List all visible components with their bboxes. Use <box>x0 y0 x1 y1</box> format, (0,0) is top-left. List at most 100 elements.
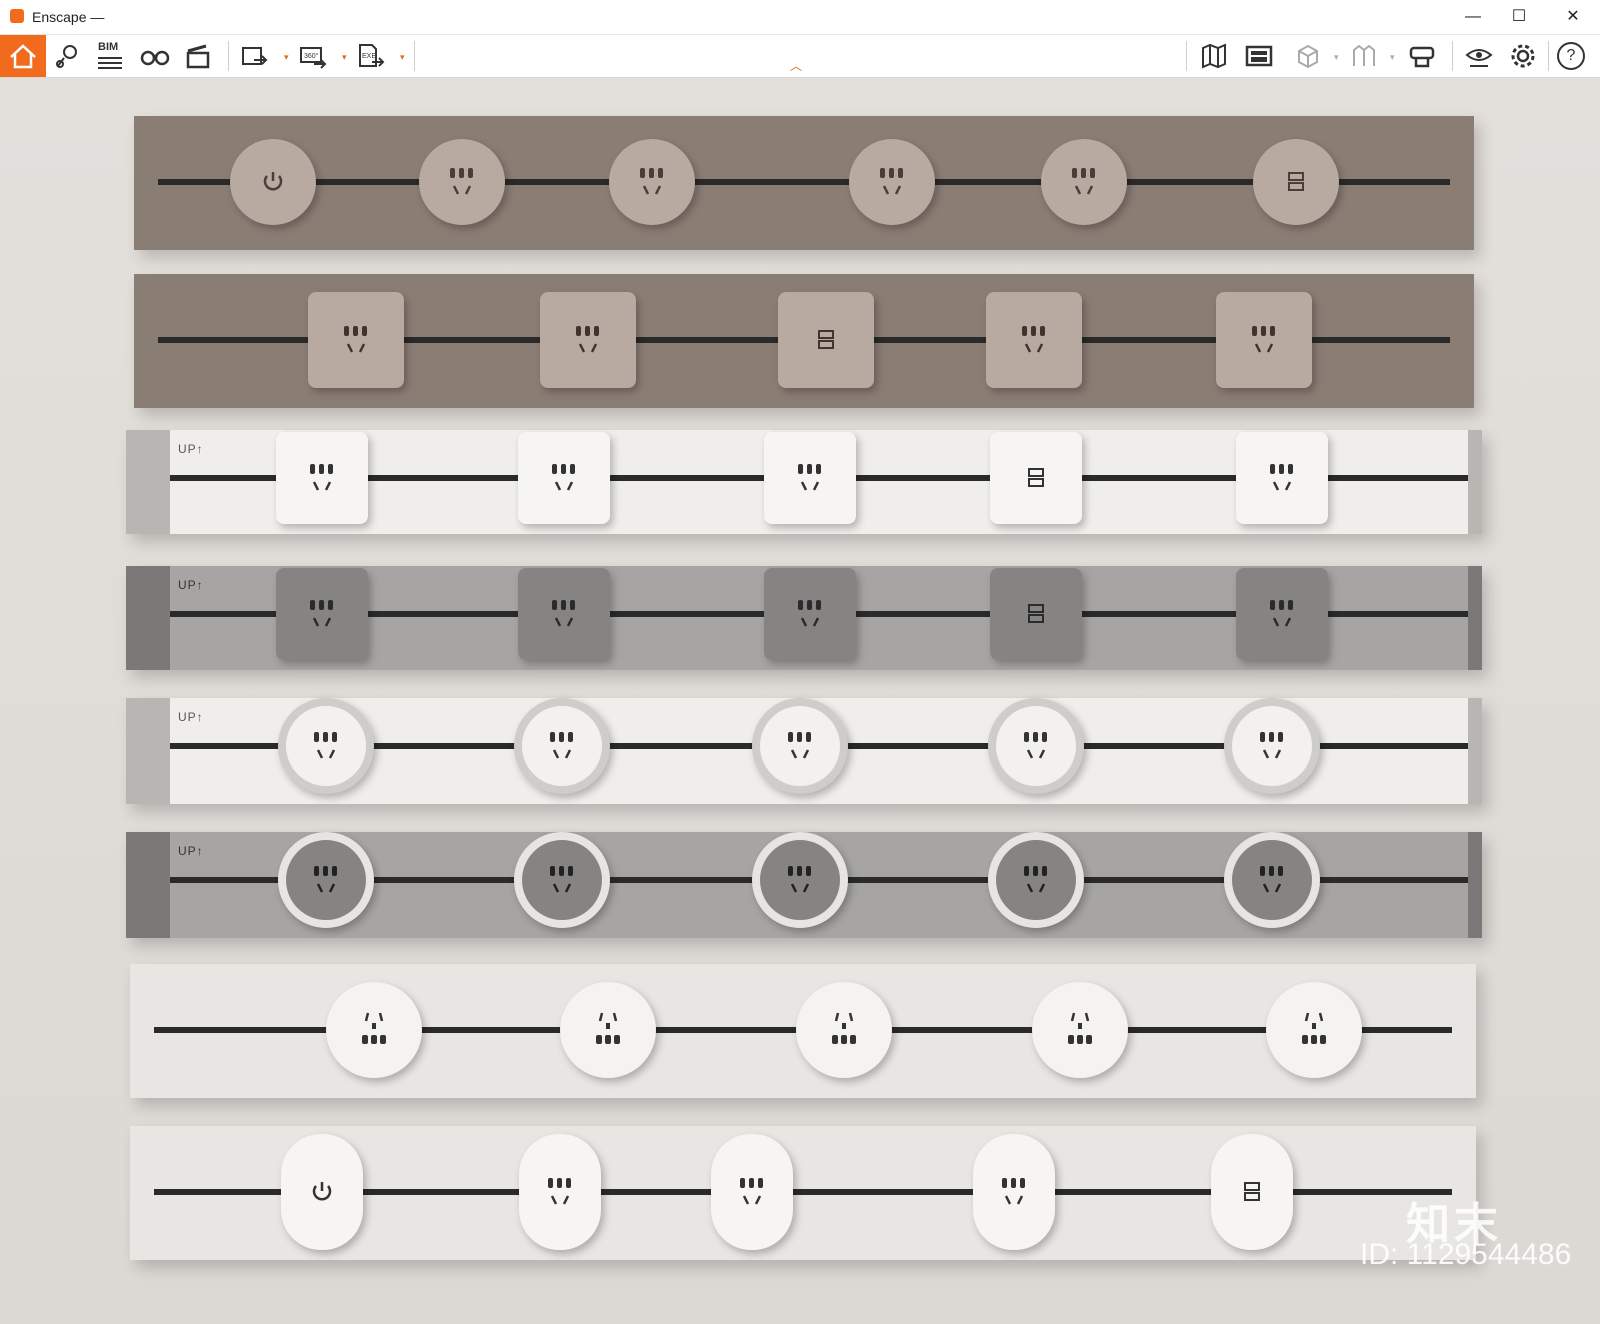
binoculars-icon <box>140 50 170 66</box>
outlet-pins-icon <box>790 460 830 496</box>
power-outlet <box>1041 139 1127 225</box>
power-icon <box>307 1177 337 1207</box>
cube-button[interactable] <box>1290 39 1326 73</box>
power-outlet <box>1224 832 1320 928</box>
maximize-button[interactable]: ☐ <box>1496 0 1542 34</box>
outlet-pins-icon <box>302 596 342 632</box>
outlet-pins-icon <box>780 728 820 764</box>
power-outlet <box>518 568 610 660</box>
video-editor-button[interactable] <box>180 39 216 73</box>
screenshot-export-icon <box>242 47 268 65</box>
socket-strip <box>134 274 1474 408</box>
toolbar: BIM ▾ 360° ▾ EXE ▾ ︿ ▾ ▾ ? <box>0 35 1600 78</box>
outlet-pins-icon <box>1252 862 1292 898</box>
socket-strip: UP↑ <box>126 698 1482 804</box>
help-button[interactable]: ? <box>1554 39 1590 73</box>
strip-end-cap <box>126 698 170 804</box>
socket-strip: UP↑ <box>126 430 1482 534</box>
panorama-360-export-icon: 360° <box>300 47 327 69</box>
outlet-pins-icon <box>1016 862 1056 898</box>
cube-dropdown-caret-icon[interactable]: ▾ <box>1334 52 1339 63</box>
strip-end-cap <box>1468 698 1482 804</box>
outlet-pins-icon <box>544 460 584 496</box>
power-outlet <box>518 432 610 524</box>
location-button[interactable] <box>50 39 86 73</box>
socket-strip: UP↑ <box>126 832 1482 938</box>
outlet-pins-icon <box>790 596 830 632</box>
asset-library-icon <box>1245 45 1273 67</box>
power-outlet <box>1236 568 1328 660</box>
panorama-dropdown-caret-icon[interactable]: ▾ <box>342 52 347 63</box>
socket-strip <box>134 116 1474 250</box>
views-button[interactable] <box>136 39 172 73</box>
render-viewport[interactable]: UP↑ UP↑ UP↑ UP↑ 知末 ID: 1129544486 <box>0 78 1600 1324</box>
bim-button[interactable]: BIM <box>92 39 128 73</box>
outlet-pins-icon <box>354 1005 394 1055</box>
up-label: UP↑ <box>178 442 204 456</box>
settings-button[interactable] <box>1505 39 1541 73</box>
power-outlet <box>764 568 856 660</box>
outlet-pins-icon <box>542 728 582 764</box>
power-outlet <box>988 698 1084 794</box>
cube-icon <box>1298 44 1318 69</box>
power-switch <box>230 139 316 225</box>
exe-dropdown-caret-icon[interactable]: ▾ <box>400 52 405 63</box>
power-switch <box>281 1134 363 1250</box>
svg-text:EXE: EXE <box>362 53 376 60</box>
outlet-pins-icon <box>544 596 584 632</box>
power-outlet <box>308 292 404 388</box>
collapse-toolbar-chevron-icon[interactable]: ︿ <box>790 57 802 74</box>
minimize-button[interactable]: — <box>1450 0 1496 34</box>
visual-settings-button[interactable] <box>1460 39 1496 73</box>
close-button[interactable]: ✕ <box>1550 0 1596 34</box>
socket-strip <box>130 1126 1476 1260</box>
outlet-pins-icon <box>1064 164 1104 200</box>
usb-socket <box>778 292 874 388</box>
exe-export-button[interactable]: EXE <box>352 39 388 73</box>
power-outlet <box>540 292 636 388</box>
power-outlet <box>1224 698 1320 794</box>
home-button[interactable] <box>0 35 46 77</box>
socket-strip: UP↑ <box>126 566 1482 670</box>
views-manager-button[interactable] <box>1346 39 1382 73</box>
power-outlet <box>849 139 935 225</box>
panorama-export-button[interactable]: 360° <box>294 39 330 73</box>
enscape-logo-icon <box>10 9 24 23</box>
vr-headset-button[interactable] <box>1404 39 1440 73</box>
watermark-id: ID: 1129544486 <box>1360 1238 1572 1271</box>
outlet-pins-icon <box>872 164 912 200</box>
strip-end-cap <box>126 430 170 534</box>
power-outlet <box>519 1134 601 1250</box>
map-button[interactable] <box>1196 39 1232 73</box>
strip-end-cap <box>126 832 170 938</box>
power-outlet <box>276 432 368 524</box>
outlet-pins-icon <box>540 1174 580 1210</box>
home-icon <box>10 44 36 69</box>
screenshot-dropdown-caret-icon[interactable]: ▾ <box>284 52 289 63</box>
power-outlet <box>326 982 422 1078</box>
outlet-pins-icon <box>336 322 376 358</box>
outlet-pins-icon <box>542 862 582 898</box>
exe-export-icon: EXE <box>359 44 385 67</box>
usb-socket <box>990 432 1082 524</box>
title-bar: Enscape — — ☐ ✕ <box>0 0 1600 35</box>
power-outlet <box>1032 982 1128 1078</box>
power-outlet <box>276 568 368 660</box>
strip-end-cap <box>1468 566 1482 670</box>
power-outlet <box>1216 292 1312 388</box>
outlet-pins-icon <box>632 164 672 200</box>
views-icon <box>1353 44 1375 66</box>
outlet-pins-icon <box>588 1005 628 1055</box>
outlet-pins-icon <box>1252 728 1292 764</box>
usb-port-icon <box>1237 1177 1267 1207</box>
screenshot-export-button[interactable] <box>236 39 272 73</box>
power-outlet <box>986 292 1082 388</box>
usb-port-icon <box>1021 599 1051 629</box>
usb-socket <box>1211 1134 1293 1250</box>
views-dropdown-caret-icon[interactable]: ▾ <box>1390 52 1395 63</box>
asset-library-button[interactable] <box>1240 39 1276 73</box>
clapperboard-icon <box>186 44 210 69</box>
power-outlet <box>752 698 848 794</box>
power-outlet <box>278 832 374 928</box>
outlet-pins-icon <box>732 1174 772 1210</box>
